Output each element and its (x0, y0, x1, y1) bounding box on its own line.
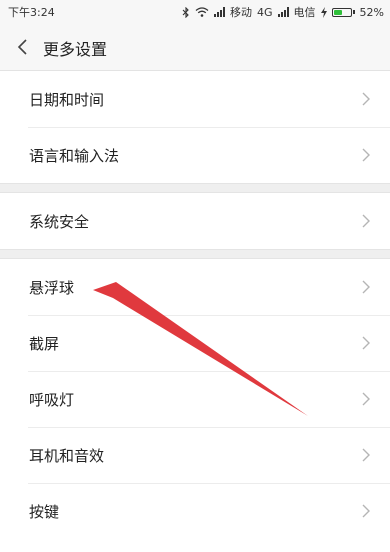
charging-icon (320, 6, 327, 18)
app-header: 更多设置 (0, 24, 390, 71)
settings-row-label: 耳机和音效 (29, 447, 105, 465)
battery-icon (331, 7, 355, 17)
settings-row[interactable]: 按键 (0, 483, 390, 539)
status-bar: 下午3:24 移动 4G 电信 52% (0, 0, 390, 24)
settings-row[interactable]: 系统安全 (0, 193, 390, 249)
status-icons: 移动 4G 电信 52% (182, 3, 384, 21)
settings-row[interactable]: 呼吸灯 (0, 371, 390, 427)
settings-list: 日期和时间语言和输入法 系统安全悬浮球截屏呼吸灯耳机和音效按键 (0, 71, 390, 539)
carrier2-label: 电信 (293, 6, 316, 19)
settings-row-label: 语言和输入法 (29, 147, 120, 165)
chevron-right-icon (362, 148, 370, 162)
chevron-left-icon[interactable] (16, 38, 30, 56)
chevron-right-icon (362, 392, 370, 406)
signal-icon (277, 7, 289, 17)
settings-row[interactable]: 日期和时间 (0, 71, 390, 127)
page-title: 更多设置 (43, 40, 108, 59)
carrier1-label: 移动 (230, 6, 253, 19)
bluetooth-icon (182, 6, 189, 18)
battery-percent: 52% (359, 5, 384, 19)
settings-row-label: 按键 (29, 503, 60, 521)
settings-row[interactable]: 语言和输入法 (0, 127, 390, 183)
chevron-right-icon (362, 214, 370, 228)
wifi-icon (195, 7, 209, 17)
settings-row-label: 悬浮球 (29, 279, 75, 297)
chevron-right-icon (362, 448, 370, 462)
battery-fill (333, 9, 342, 15)
section-divider (0, 183, 390, 193)
settings-row-label: 日期和时间 (29, 91, 105, 109)
chevron-right-icon (362, 280, 370, 294)
status-time: 下午3:24 (8, 6, 55, 19)
chevron-right-icon (362, 336, 370, 350)
settings-row[interactable]: 截屏 (0, 315, 390, 371)
settings-row[interactable]: 耳机和音效 (0, 427, 390, 483)
settings-row-label: 截屏 (29, 335, 60, 353)
settings-section: 系统安全 (0, 193, 390, 249)
signal-icon (214, 7, 226, 17)
settings-row[interactable]: 悬浮球 (0, 259, 390, 315)
settings-section: 悬浮球截屏呼吸灯耳机和音效按键 (0, 259, 390, 539)
settings-row-label: 呼吸灯 (29, 391, 75, 409)
chevron-right-icon (362, 504, 370, 518)
chevron-right-icon (362, 92, 370, 106)
settings-row-label: 系统安全 (29, 213, 90, 231)
network-type-label: 4G (257, 5, 273, 19)
settings-section: 日期和时间语言和输入法 (0, 71, 390, 183)
section-divider (0, 249, 390, 259)
